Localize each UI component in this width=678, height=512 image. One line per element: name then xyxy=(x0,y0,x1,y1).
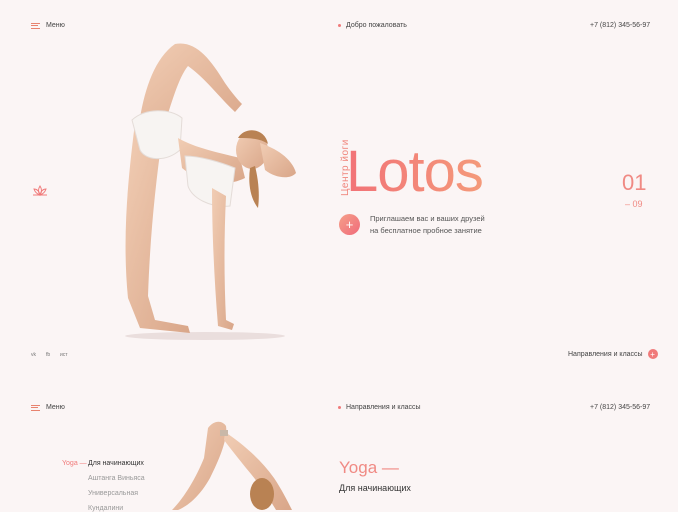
side-item-beginners[interactable]: Для начинающих xyxy=(88,460,144,467)
section-nav-label: Направления и классы xyxy=(346,404,421,411)
yoga-arms-up-image xyxy=(172,421,292,510)
invite-text: Приглашаем вас и ваших друзей на бесплат… xyxy=(370,213,485,237)
bullet-icon xyxy=(338,24,341,27)
hero-title: Lotos xyxy=(346,139,484,204)
menu-label: Меню xyxy=(46,404,65,411)
menu-icon xyxy=(31,404,40,411)
section-heading: Yoga — xyxy=(339,458,399,477)
side-item-universal[interactable]: Универсальная xyxy=(88,490,138,497)
menu-icon xyxy=(31,22,40,29)
slide-current: 01 xyxy=(622,170,647,195)
section-subheading: Для начинающих xyxy=(339,483,411,493)
plus-icon: + xyxy=(647,349,658,359)
invite-line-2: на бесплатное пробное занятие xyxy=(370,226,482,235)
social-fb[interactable]: fb xyxy=(46,352,50,358)
menu-label: Меню xyxy=(46,22,65,29)
slide-total: – 09 xyxy=(625,199,643,209)
welcome-link[interactable]: Добро пожаловать xyxy=(338,22,407,29)
menu-button-2[interactable]: Меню xyxy=(31,404,65,411)
invite-line-1: Приглашаем вас и ваших друзей xyxy=(370,214,485,223)
menu-button[interactable]: Меню xyxy=(31,22,65,29)
side-active-prefix: Yoga — xyxy=(62,460,87,467)
lotus-logo-icon[interactable] xyxy=(32,184,48,202)
social-vk[interactable]: vk xyxy=(31,352,36,358)
bullet-icon xyxy=(338,406,341,409)
side-item-kundalini[interactable]: Кундалини xyxy=(88,505,123,512)
welcome-label: Добро пожаловать xyxy=(346,22,407,29)
social-ist[interactable]: ист xyxy=(60,352,68,358)
signup-plus-button[interactable]: + xyxy=(339,214,360,235)
phone-number-2[interactable]: +7 (812) 345-56-97 xyxy=(590,404,650,411)
yoga-pose-image xyxy=(125,43,296,340)
phone-number[interactable]: +7 (812) 345-56-97 xyxy=(590,22,650,29)
directions-label: Направления и классы xyxy=(568,350,643,358)
directions-link[interactable]: Направления и классы + xyxy=(568,349,658,359)
section-nav-title[interactable]: Направления и классы xyxy=(338,404,421,411)
side-item-ashtanga[interactable]: Аштанга Виньяса xyxy=(88,475,145,482)
